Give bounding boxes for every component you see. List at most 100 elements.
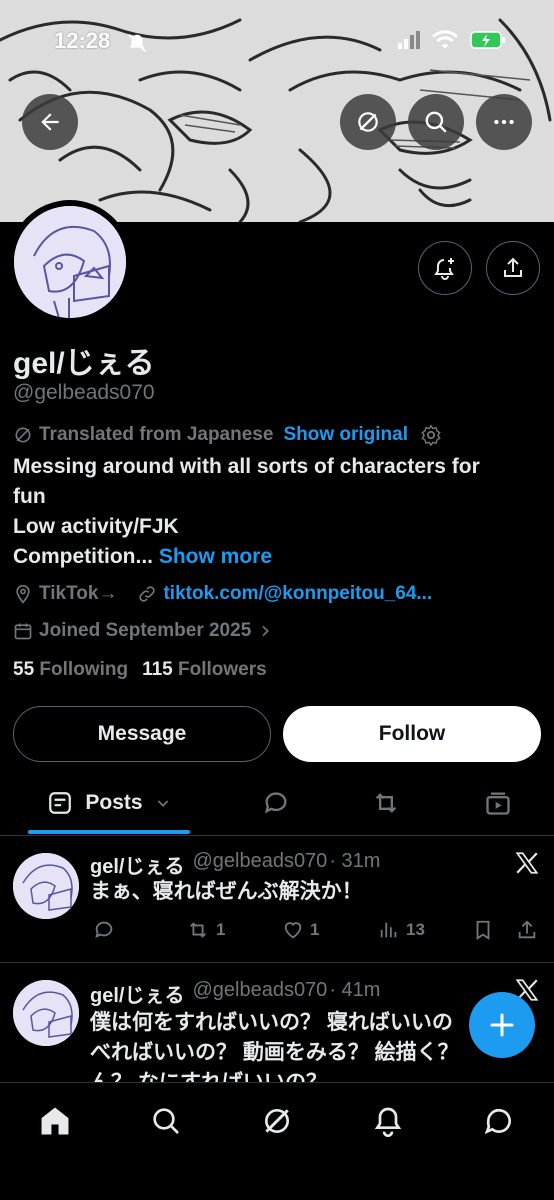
profile-avatar[interactable]	[8, 200, 132, 324]
grok-icon	[265, 1109, 289, 1133]
search-button[interactable]	[408, 94, 464, 150]
post-text: 僕は何をすればいいの？ 寝ればいいの べればいいの？ 動画をみる？ 絵描く？ ん…	[90, 1008, 459, 1082]
profile-handle: @gelbeads070	[13, 381, 155, 404]
tab-media[interactable]	[476, 770, 520, 836]
reply-action[interactable]	[93, 919, 115, 941]
like-action[interactable]: 1	[282, 919, 319, 941]
repost-icon	[190, 922, 206, 938]
post-author-name[interactable]: gel/じぇる	[90, 850, 184, 879]
like-count: 1	[310, 920, 320, 939]
views-action[interactable]: 13	[378, 919, 425, 941]
gear-icon[interactable]	[420, 424, 442, 446]
following-count[interactable]: 55 Following	[13, 659, 128, 681]
location-icon	[16, 584, 30, 604]
video-icon	[486, 792, 510, 815]
bio-line: Low activity/FJK	[13, 515, 179, 538]
share-button[interactable]	[486, 241, 540, 295]
profile-website-link[interactable]: tiktok.com/@konnpeitou_64...	[163, 583, 432, 605]
post-author-handle[interactable]: @gelbeads070	[192, 979, 327, 1008]
search-icon	[153, 1108, 179, 1134]
profile-tabs: Posts	[0, 770, 554, 836]
link-icon	[139, 586, 156, 602]
bookmark-icon	[476, 920, 490, 940]
search-icon	[425, 111, 447, 133]
more-dots-icon	[494, 119, 514, 125]
profile-links-row: TikTok→ tiktok.com/@konnpeitou_64...	[13, 583, 432, 605]
post-item[interactable]: gel/じぇる @gelbeads070 · 31m まぁ、寝ればぜんぶ解決か！…	[0, 837, 554, 963]
post-time: · 31m	[329, 850, 381, 872]
joined-date: Joined September 2025	[39, 620, 252, 641]
post-author-name[interactable]: gel/じぇる	[90, 979, 184, 1008]
location-text: TikTok→	[39, 583, 118, 604]
joined-row[interactable]: Joined September 2025	[13, 620, 273, 642]
chevron-right-icon	[262, 625, 270, 637]
post-avatar[interactable]	[13, 980, 79, 1046]
post-header: gel/じぇる @gelbeads070 · 41m	[90, 979, 380, 1008]
reply-icon	[95, 921, 113, 939]
nav-home[interactable]	[35, 1101, 75, 1141]
heart-icon	[284, 922, 302, 939]
plus-icon	[490, 1013, 514, 1037]
show-original-link[interactable]: Show original	[283, 424, 408, 446]
repost-count: 1	[216, 920, 226, 939]
tab-posts-label: Posts	[85, 791, 143, 814]
nav-grok[interactable]	[257, 1101, 297, 1141]
grok-icon	[15, 427, 31, 443]
back-button[interactable]	[22, 94, 78, 150]
post-avatar[interactable]	[13, 853, 79, 919]
nav-search[interactable]	[146, 1101, 186, 1141]
post-text-line: ん？ なにすればいいの？	[90, 1068, 459, 1082]
post-time: · 41m	[329, 979, 381, 1001]
repost-icon	[375, 793, 397, 813]
reply-bubble-icon	[264, 792, 287, 814]
profile-banner[interactable]: 12:28	[0, 0, 554, 222]
more-button[interactable]	[476, 94, 532, 150]
bio-line: Messing around with all sorts of charact…	[13, 455, 480, 478]
views-count: 13	[406, 920, 425, 939]
calendar-icon	[14, 623, 32, 640]
repost-action[interactable]: 1	[186, 919, 225, 941]
tab-replies[interactable]	[254, 770, 298, 836]
show-more-link[interactable]: Show more	[159, 545, 272, 568]
bell-icon	[374, 1107, 402, 1137]
posts-icon	[49, 792, 72, 814]
translated-label: Translated from Japanese	[39, 424, 274, 445]
post-text-line: 僕は何をすればいいの？ 寝ればいいの	[90, 1011, 453, 1034]
follow-button[interactable]: Follow	[283, 706, 541, 762]
compose-post-button[interactable]	[469, 992, 535, 1058]
status-bar: 12:28	[0, 22, 554, 62]
tab-reposts[interactable]	[364, 770, 408, 836]
silent-bell-icon	[126, 32, 148, 59]
grok-button[interactable]	[340, 94, 396, 150]
avatar-image	[14, 206, 126, 318]
status-time: 12:28	[54, 28, 111, 53]
tab-active-indicator	[28, 830, 190, 834]
share-action[interactable]	[516, 919, 538, 941]
home-icon	[41, 1107, 69, 1135]
share-icon	[504, 257, 522, 277]
bookmark-action[interactable]	[472, 919, 494, 941]
grok-icon	[358, 112, 378, 132]
post-text-line: べればいいの？ 動画をみる？ 絵描く？	[90, 1041, 459, 1064]
post-author-handle[interactable]: @gelbeads070	[192, 850, 327, 879]
tab-posts[interactable]: Posts	[28, 770, 190, 836]
arrow-left-icon	[41, 113, 59, 131]
x-logo-icon	[515, 852, 539, 874]
post-text: まぁ、寝ればぜんぶ解決か！	[90, 880, 363, 903]
battery-icon	[470, 30, 506, 55]
bio-line: fun	[13, 485, 46, 508]
profile-name: gel/じぇる	[13, 347, 155, 380]
notify-button[interactable]	[418, 241, 472, 295]
followers-count[interactable]: 115 Followers	[142, 659, 267, 681]
chevron-down-icon	[157, 800, 168, 807]
profile-bio: Messing around with all sorts of charact…	[13, 452, 543, 572]
wifi-icon	[432, 30, 458, 55]
message-bubble-icon	[484, 1108, 511, 1135]
bio-line: Competition...	[13, 545, 153, 568]
message-button[interactable]: Message	[13, 706, 271, 762]
nav-notifications[interactable]	[368, 1101, 408, 1141]
post-header: gel/じぇる @gelbeads070 · 31m	[90, 850, 380, 879]
nav-messages[interactable]	[479, 1101, 519, 1141]
views-chart-icon	[380, 922, 397, 938]
signal-icon	[398, 31, 420, 54]
